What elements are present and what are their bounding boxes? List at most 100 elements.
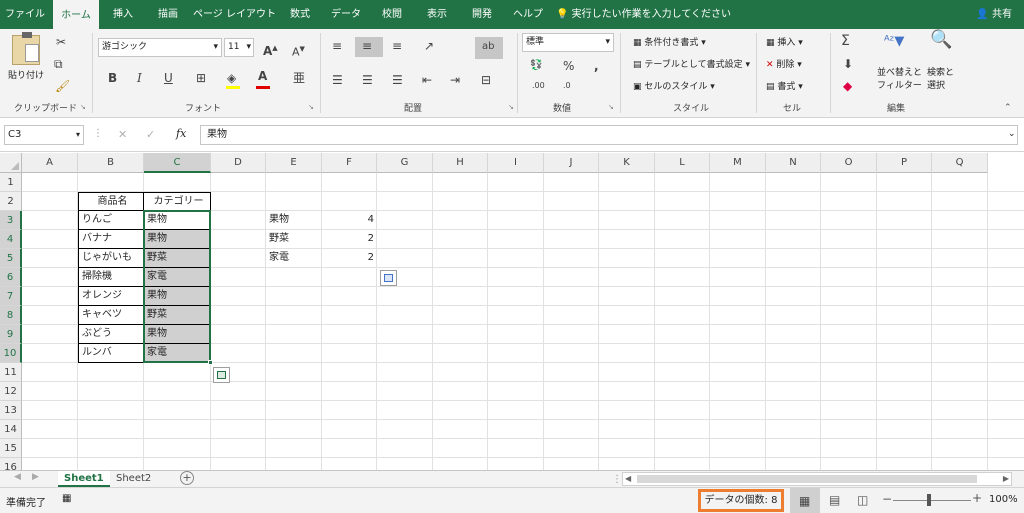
table-cell[interactable]: ルンバ — [78, 344, 144, 363]
worksheet-grid[interactable]: ABCDEFGHIJKLMNOPQ 1 2 3 4 5 6 7 8 9 10 11 12 13 14 15 1… — [0, 153, 1024, 470]
tab-help[interactable]: ヘルプ — [507, 0, 549, 29]
table-cell[interactable]: 野菜 — [144, 249, 211, 268]
column-header-l[interactable]: L — [655, 153, 710, 173]
collapse-ribbon-icon[interactable]: ⌃ — [1004, 103, 1012, 113]
merge-center-icon[interactable]: ⊟ — [481, 73, 491, 87]
alignment-launcher-icon[interactable]: ↘ — [508, 103, 514, 111]
table-cell[interactable]: キャベツ — [78, 306, 144, 325]
increase-indent-icon[interactable]: ⇥ — [450, 73, 460, 87]
column-header-f[interactable]: F — [322, 153, 377, 173]
drag-handle-icon[interactable]: ⋮ — [93, 128, 103, 139]
align-center-icon[interactable]: ☰ — [362, 73, 373, 87]
column-header-c[interactable]: C — [144, 153, 211, 173]
find-select-button[interactable]: 検索と 選択 — [927, 65, 954, 91]
percent-icon[interactable]: % — [563, 59, 574, 73]
align-right-icon[interactable]: ☰ — [392, 73, 403, 87]
tab-draw[interactable]: 描画 — [148, 0, 188, 29]
row-header-1[interactable]: 1 — [0, 173, 22, 192]
italic-icon[interactable]: I — [137, 71, 142, 85]
tab-review[interactable]: 校閲 — [372, 0, 412, 29]
summary-count-cell[interactable]: 2 — [322, 249, 377, 268]
tab-view[interactable]: 表示 — [417, 0, 457, 29]
column-header-d[interactable]: D — [211, 153, 266, 173]
scrollbar-thumb[interactable] — [637, 475, 977, 483]
column-header-g[interactable]: G — [377, 153, 433, 173]
table-cell[interactable]: じゃがいも — [78, 249, 144, 268]
table-cell[interactable]: 果物 — [144, 230, 211, 249]
table-cell[interactable]: りんご — [78, 211, 144, 230]
row-header-14[interactable]: 14 — [0, 420, 22, 439]
row-header-10[interactable]: 10 — [0, 344, 22, 363]
status-count[interactable]: データの個数: 8 — [698, 489, 784, 512]
clear-icon[interactable]: ◆ — [843, 79, 852, 93]
normal-view-button[interactable]: ▦ — [790, 488, 820, 513]
row-header-2[interactable]: 2 — [0, 192, 22, 211]
font-name-select[interactable]: 游ゴシック ▾ — [98, 38, 222, 57]
tab-file[interactable]: ファイル — [0, 0, 50, 29]
row-header-5[interactable]: 5 — [0, 249, 22, 268]
zoom-level[interactable]: 100% — [989, 494, 1018, 505]
format-painter-icon[interactable]: 🖌 — [55, 79, 70, 93]
enter-icon[interactable]: ✓ — [146, 128, 155, 141]
page-break-view-icon[interactable]: ◫ — [857, 493, 868, 507]
table-header-cell[interactable]: 商品名 — [78, 192, 144, 211]
sort-filter-button[interactable]: 並べ替えと フィルター — [877, 65, 922, 91]
fill-color-icon[interactable]: ◈ — [227, 71, 236, 85]
zoom-out-icon[interactable]: − — [882, 492, 892, 506]
table-cell[interactable]: オレンジ — [78, 287, 144, 306]
column-header-j[interactable]: J — [544, 153, 599, 173]
row-header-3[interactable]: 3 — [0, 211, 22, 230]
fill-handle[interactable] — [208, 360, 213, 365]
table-cell[interactable]: 家電 — [144, 268, 211, 287]
borders-icon[interactable]: ⊞ — [196, 71, 206, 85]
tab-data[interactable]: データ — [325, 0, 367, 29]
align-top-icon[interactable]: ≡ — [332, 39, 342, 53]
autosum-icon[interactable]: Σ — [841, 34, 850, 48]
sort-filter-icon[interactable]: ᴬᶻ▼ — [884, 35, 904, 49]
column-header-b[interactable]: B — [78, 153, 144, 173]
row-header-16[interactable]: 16 — [0, 458, 22, 470]
increase-decimal-icon[interactable]: .00 — [532, 79, 545, 93]
scroll-left-icon[interactable]: ◀ — [14, 472, 21, 482]
orientation-icon[interactable]: ↗ — [424, 39, 434, 53]
zoom-slider-thumb[interactable] — [927, 494, 931, 506]
insert-function-icon[interactable]: fx — [176, 127, 186, 140]
row-header-13[interactable]: 13 — [0, 401, 22, 420]
number-format-select[interactable]: 標準 ▾ — [522, 33, 614, 52]
table-cell[interactable]: ぶどう — [78, 325, 144, 344]
font-size-select[interactable]: 11 ▾ — [224, 38, 254, 57]
scroll-left-arrow-icon[interactable]: ◀ — [625, 473, 631, 485]
row-header-9[interactable]: 9 — [0, 325, 22, 344]
cut-icon[interactable]: ✂ — [56, 35, 66, 49]
find-icon[interactable]: 🔍 — [930, 31, 952, 49]
bold-icon[interactable]: B — [108, 71, 117, 85]
scroll-right-icon[interactable]: ▶ — [32, 472, 39, 482]
underline-icon[interactable]: U — [164, 71, 173, 85]
name-box[interactable]: C3 ▾ — [4, 125, 84, 145]
decrease-decimal-icon[interactable]: .0 — [563, 79, 571, 93]
delete-cells-button[interactable]: ✕ 削除 ▾ — [766, 57, 802, 70]
select-all-button[interactable] — [0, 153, 22, 173]
clipboard-launcher-icon[interactable]: ↘ — [80, 103, 86, 111]
add-sheet-icon[interactable]: + — [180, 471, 194, 485]
table-cell[interactable]: 掃除機 — [78, 268, 144, 287]
tab-insert[interactable]: 挿入 — [103, 0, 143, 29]
column-header-m[interactable]: M — [710, 153, 766, 173]
paste-options-icon[interactable] — [380, 270, 397, 286]
cancel-icon[interactable]: ✕ — [118, 128, 127, 141]
font-color-icon[interactable]: A — [258, 69, 267, 83]
format-cells-button[interactable]: ▤ 書式 ▾ — [766, 79, 803, 92]
currency-icon[interactable]: 💱 — [530, 59, 542, 73]
sheet-tab-sheet2[interactable]: Sheet2 — [110, 471, 157, 487]
column-header-p[interactable]: P — [877, 153, 932, 173]
font-launcher-icon[interactable]: ↘ — [308, 103, 314, 111]
paste-icon[interactable] — [12, 32, 40, 65]
format-as-table-button[interactable]: ▤ テーブルとして書式設定 ▾ — [633, 57, 750, 70]
column-header-a[interactable]: A — [22, 153, 78, 173]
row-header-15[interactable]: 15 — [0, 439, 22, 458]
zoom-in-icon[interactable]: + — [972, 491, 982, 505]
increase-font-icon[interactable]: A▲ — [263, 41, 278, 58]
table-cell[interactable]: 家電 — [144, 344, 211, 363]
row-header-8[interactable]: 8 — [0, 306, 22, 325]
tab-splitter-icon[interactable]: ⋮ — [612, 474, 622, 485]
